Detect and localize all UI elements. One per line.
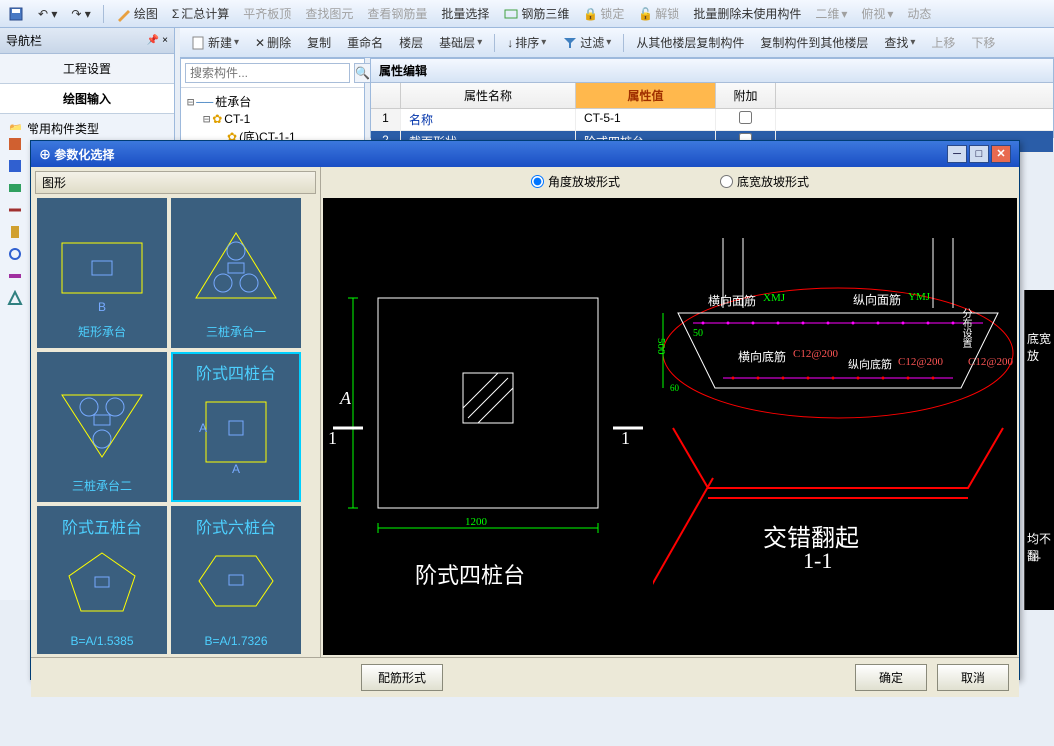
find-elem-btn[interactable]: 查找图元 [301,3,357,24]
svg-text:A: A [232,462,240,476]
side-icon-6[interactable] [5,246,25,262]
find-btn[interactable]: 查找 [878,32,921,53]
slope-radio-row: 角度放坡形式 底宽放坡形式 [321,167,1019,196]
side-icon-5[interactable] [5,224,25,240]
minimize-btn[interactable]: ─ [947,145,967,163]
property-panel: 属性编辑 属性名称 属性值 附加 1 名称 CT-5-1 2 截面形状 阶式四桩… [370,58,1054,138]
right-preview-strip: 底宽放 均不翻 1- [1024,290,1054,610]
sort-btn[interactable]: ↓ 排序 [501,32,552,53]
rebar-qty-btn[interactable]: 查看钢筋量 [363,3,431,24]
view-2d-btn[interactable]: 二维 ▾ [811,3,851,24]
copy-from-btn[interactable]: 从其他楼层复制构件 [630,32,750,53]
dialog-footer: 配筋形式 确定 取消 [31,657,1019,697]
dialog-titlebar[interactable]: ⊕ 参数化选择 ─ □ ✕ [31,141,1019,167]
param-select-dialog: ⊕ 参数化选择 ─ □ ✕ 图形 B 矩形承台 三桩承台一 [30,140,1020,680]
prop-row-1-check[interactable] [739,111,752,124]
move-down-btn[interactable]: 下移 [965,32,1001,53]
side-icon-strip [0,130,30,600]
foundation-btn[interactable]: 基础层 [433,32,488,53]
close-btn[interactable]: ✕ [991,145,1011,163]
svg-text:B: B [98,300,106,314]
floor-btn[interactable]: 楼层 [393,32,429,53]
summary-btn[interactable]: Σ 汇总计算 [168,3,233,24]
view-persp-btn[interactable]: 俯视 ▾ [857,3,897,24]
side-icon-7[interactable] [5,268,25,284]
lock-btn[interactable]: 🔒 锁定 [579,3,628,24]
side-icon-4[interactable] [5,202,25,218]
shape-step5[interactable]: 阶式五桩台 B=A/1.5385 [37,506,167,654]
redo-icon[interactable]: ↷ ▾ [67,5,94,23]
tree-root[interactable]: ⊟ ── 桩承台 [187,92,358,111]
undo-icon[interactable]: ↶ ▾ [34,5,61,23]
dynamic-btn[interactable]: 动态 [903,3,935,24]
prop-title: 属性编辑 [371,59,1053,83]
prop-row-1[interactable]: 1 名称 CT-5-1 [371,109,1053,131]
copy-btn[interactable]: 复制 [301,32,337,53]
batch-del-btn[interactable]: 批量删除未使用构件 [689,3,805,24]
shape-grid: B 矩形承台 三桩承台一 三桩承台二 阶式四桩台 AA [35,194,316,654]
delete-btn[interactable]: ✕ 删除 [249,32,297,53]
side-icon-2[interactable] [5,158,25,174]
rename-btn[interactable]: 重命名 [341,32,389,53]
ok-btn[interactable]: 确定 [855,664,927,691]
shape-tri1[interactable]: 三桩承台一 [171,198,301,348]
search-btn[interactable]: 🔍 [354,63,371,83]
pin-icon[interactable]: 📌 × [147,35,168,46]
tree-panel: 🔍 ⊟ ── 桩承台 ⊟ ✿ CT-1 ✿ (底)CT-1-1 [180,58,365,148]
shape-step6[interactable]: 阶式六桩台 B=A/1.7326 [171,506,301,654]
cancel-btn[interactable]: 取消 [937,664,1009,691]
move-up-btn[interactable]: 上移 [925,32,961,53]
shape-rect[interactable]: B 矩形承台 [37,198,167,348]
search-input[interactable] [185,63,350,83]
shape-step4[interactable]: 阶式四桩台 AA [171,352,301,502]
side-icon-1[interactable] [5,136,25,152]
dialog-icon: ⊕ [39,148,51,162]
main-toolbar: ↶ ▾ ↷ ▾ 绘图 Σ 汇总计算 平齐板顶 查找图元 查看钢筋量 批量选择 钢… [0,0,1054,28]
drawing-btn[interactable]: 绘图 [112,3,162,24]
nav-title: 导航栏 [6,32,42,49]
rebar-form-btn[interactable]: 配筋形式 [361,664,443,691]
nav-proj-settings[interactable]: 工程设置 [0,54,174,84]
nav-header: 导航栏 📌 × [0,28,174,54]
new-btn[interactable]: 新建 [184,32,245,53]
prop-header: 属性名称 属性值 附加 [371,83,1053,109]
flatten-btn[interactable]: 平齐板顶 [239,3,295,24]
sub-toolbar: 新建 ✕ 删除 复制 重命名 楼层 基础层 ↓ 排序 过滤 从其他楼层复制构件 … [180,28,1054,58]
rebar-3d-btn[interactable]: 钢筋三维 [499,3,573,24]
filter-btn[interactable]: 过滤 [556,32,617,53]
nav-drawing-input[interactable]: 绘图输入 [0,84,174,114]
shape-tri2[interactable]: 三桩承台二 [37,352,167,502]
tree-child[interactable]: ⊟ ✿ CT-1 [187,111,358,127]
batch-sel-btn[interactable]: 批量选择 [437,3,493,24]
unlock-btn[interactable]: 🔓 解锁 [634,3,683,24]
radio-width[interactable]: 底宽放坡形式 [720,173,809,190]
maximize-btn[interactable]: □ [969,145,989,163]
radio-angle[interactable]: 角度放坡形式 [531,173,620,190]
side-icon-8[interactable] [5,290,25,306]
save-icon[interactable] [4,4,28,24]
svg-text:A: A [199,421,207,435]
cad-preview[interactable]: A 1 1 1200 阶式四桩台 [323,198,1017,655]
copy-to-btn[interactable]: 复制构件到其他楼层 [754,32,874,53]
shape-section-label: 图形 [35,171,316,194]
shape-panel: 图形 B 矩形承台 三桩承台一 三桩承台二 [31,167,321,657]
side-icon-3[interactable] [5,180,25,196]
preview-panel: 角度放坡形式 底宽放坡形式 [321,167,1019,657]
